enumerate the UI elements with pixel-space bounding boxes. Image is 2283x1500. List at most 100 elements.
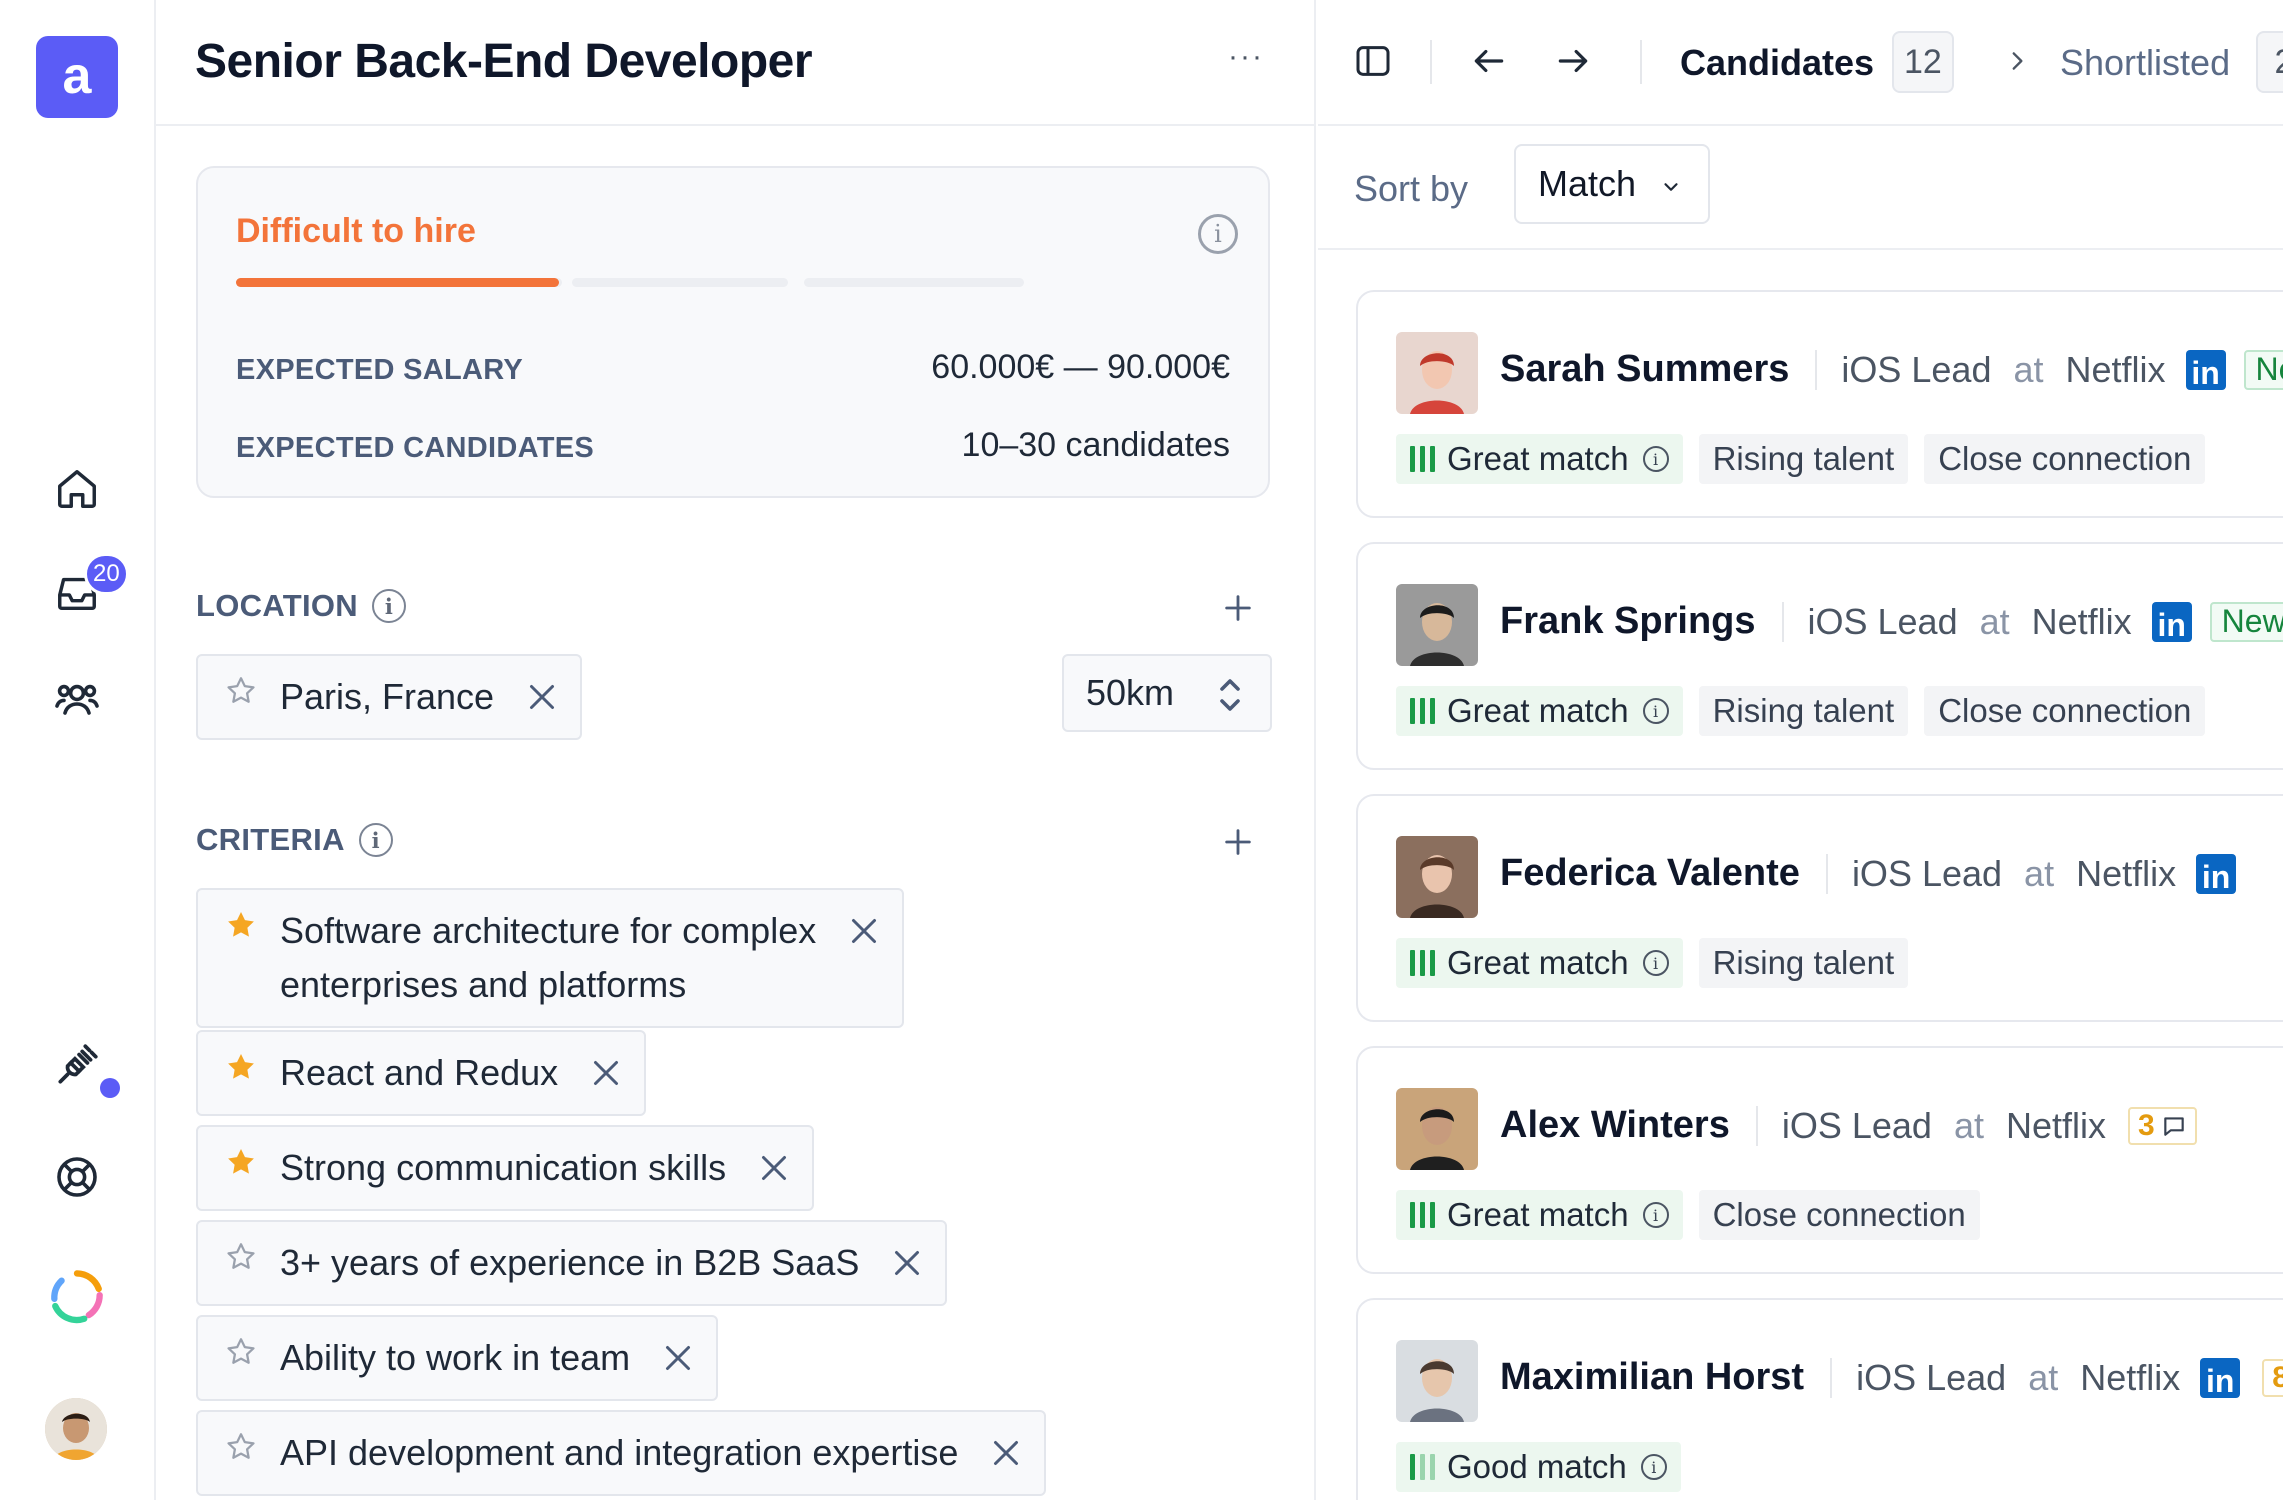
breadcrumb-shortlisted[interactable]: Shortlisted: [2060, 42, 2230, 84]
divider: [1781, 601, 1784, 642]
message-count-badge[interactable]: 8: [2262, 1358, 2283, 1397]
candidate-tags: Great match i Rising talent: [1396, 938, 1909, 988]
candidate-card[interactable]: Frank Springs iOS Lead at Netflix in New Great…: [1356, 542, 2283, 770]
candidate-avatar: [1396, 584, 1478, 666]
linkedin-icon[interactable]: in: [2196, 853, 2237, 894]
info-icon[interactable]: i: [1642, 950, 1669, 976]
chevron-up-down-icon[interactable]: [1216, 675, 1244, 715]
star-filled-icon[interactable]: [224, 1145, 258, 1179]
breadcrumb-candidates[interactable]: Candidates: [1680, 42, 1874, 84]
remove-criteria-icon[interactable]: [988, 1435, 1024, 1471]
more-options-button[interactable]: ···: [1216, 40, 1276, 84]
candidate-role: iOS Lead: [1851, 852, 2003, 894]
info-icon[interactable]: i: [1642, 446, 1669, 472]
star-outline-icon[interactable]: [224, 1335, 258, 1369]
home-icon[interactable]: [48, 460, 106, 518]
nav-rail: a 20: [0, 0, 156, 1500]
candidate-summary: Frank Springs iOS Lead at Netflix in New: [1500, 600, 2283, 643]
match-tag: Great match i: [1396, 938, 1683, 988]
people-icon[interactable]: [48, 670, 106, 728]
sort-bar: Sort by Match: [1318, 126, 2283, 250]
divider: [1825, 853, 1828, 894]
criteria-chip[interactable]: Strong communication skills: [196, 1125, 815, 1211]
candidate-tag: Rising talent: [1698, 434, 1909, 484]
remove-criteria-icon[interactable]: [756, 1150, 792, 1186]
info-icon[interactable]: i: [1640, 1454, 1667, 1480]
usage-ring-icon[interactable]: [48, 1268, 106, 1326]
candidate-name: Alex Winters: [1500, 1104, 1730, 1146]
divider: [1815, 349, 1818, 390]
star-outline-icon[interactable]: [224, 1430, 258, 1464]
linkedin-icon[interactable]: in: [2151, 601, 2192, 642]
info-icon[interactable]: i: [371, 589, 406, 623]
back-arrow-icon[interactable]: [1462, 34, 1516, 88]
candidate-avatar: [1396, 836, 1478, 918]
candidate-tag: Close connection: [1924, 434, 2206, 484]
star-filled-icon[interactable]: [224, 1050, 258, 1084]
candidate-card[interactable]: Maximilian Horst iOS Lead at Netflix in 8 Good…: [1356, 1298, 2283, 1500]
user-avatar[interactable]: [45, 1398, 107, 1460]
info-icon[interactable]: i: [358, 823, 393, 857]
remove-criteria-icon[interactable]: [588, 1055, 624, 1091]
remove-criteria-icon[interactable]: [660, 1340, 696, 1376]
match-tag: Great match i: [1396, 1190, 1683, 1240]
location-chip: Paris, France: [196, 654, 583, 740]
criteria-chip[interactable]: Software architecture for complex enterpr…: [196, 888, 905, 1028]
candidates-count-badge: 12: [1892, 31, 1954, 93]
criteria-chip[interactable]: 3+ years of experience in B2B SaaS: [196, 1220, 948, 1306]
linkedin-icon[interactable]: in: [2200, 1357, 2241, 1398]
forward-arrow-icon[interactable]: [1546, 34, 1600, 88]
candidate-card[interactable]: Sarah Summers iOS Lead at Netflix in Ne Great …: [1356, 290, 2283, 518]
info-icon[interactable]: i: [1198, 214, 1238, 254]
difficulty-label: Difficult to hire: [236, 212, 476, 250]
match-bars-icon: [1410, 1202, 1435, 1228]
add-criteria-button[interactable]: [1218, 822, 1258, 862]
difficulty-progress-bar: [236, 278, 562, 287]
criteria-text: Ability to work in team: [280, 1337, 631, 1378]
candidate-tag: Rising talent: [1698, 938, 1909, 988]
chevron-down-icon: [1664, 183, 1678, 191]
add-location-button[interactable]: [1218, 588, 1258, 628]
info-icon[interactable]: i: [1642, 1202, 1669, 1228]
plus-icon: [1225, 829, 1251, 855]
candidate-summary: Sarah Summers iOS Lead at Netflix in Ne: [1500, 348, 2283, 391]
app-logo[interactable]: a: [36, 36, 118, 118]
chevron-right-icon: [1990, 34, 2044, 88]
remove-criteria-icon[interactable]: [889, 1245, 925, 1281]
criteria-chip[interactable]: API development and integration expertis…: [196, 1410, 1047, 1496]
info-icon[interactable]: i: [1642, 698, 1669, 724]
remove-criteria-icon[interactable]: [846, 913, 882, 949]
criteria-text: API development and integration expertis…: [280, 1432, 959, 1473]
at-label: at: [2013, 348, 2044, 390]
salary-value: 60.000€ — 90.000€: [931, 348, 1230, 386]
linkedin-icon[interactable]: in: [2185, 349, 2226, 390]
candidates-header: Candidates 12 Shortlisted 2: [1318, 0, 2283, 126]
candidates-estimate-label: EXPECTED CANDIDATES: [236, 432, 595, 464]
star-outline-icon[interactable]: [224, 1240, 258, 1274]
message-count-badge[interactable]: 3: [2128, 1106, 2197, 1145]
at-label: at: [1979, 600, 2010, 642]
match-label: Great match: [1447, 1196, 1629, 1233]
candidate-tag: Rising talent: [1698, 686, 1909, 736]
candidate-card[interactable]: Federica Valente iOS Lead at Netflix in Great…: [1356, 794, 2283, 1022]
candidate-tag: Close connection: [1698, 1190, 1980, 1240]
candidates-estimate-value: 10–30 candidates: [961, 426, 1230, 464]
match-label: Great match: [1447, 944, 1629, 981]
remove-location-icon[interactable]: [524, 679, 560, 715]
radius-stepper[interactable]: 50km: [1062, 654, 1272, 732]
lifebuoy-icon[interactable]: [48, 1148, 106, 1206]
candidate-company: Netflix: [2031, 600, 2132, 642]
match-bars-icon: [1410, 698, 1435, 724]
match-label: Great match: [1447, 692, 1629, 729]
criteria-chip[interactable]: Ability to work in team: [196, 1315, 719, 1401]
sidebar-toggle-icon[interactable]: [1346, 34, 1400, 88]
star-outline-icon[interactable]: [224, 674, 258, 708]
inbox-badge: 20: [84, 553, 129, 595]
plug-icon[interactable]: [48, 1036, 106, 1094]
candidate-card[interactable]: Alex Winters iOS Lead at Netflix 3 Great matc…: [1356, 1046, 2283, 1274]
hiring-difficulty-card: Difficult to hire i EXPECTED SALARY 60.0…: [196, 166, 1270, 498]
plus-icon: [1225, 595, 1251, 621]
criteria-chip[interactable]: React and Redux: [196, 1030, 647, 1116]
sort-dropdown[interactable]: Match: [1514, 144, 1710, 224]
star-filled-icon[interactable]: [224, 908, 258, 942]
